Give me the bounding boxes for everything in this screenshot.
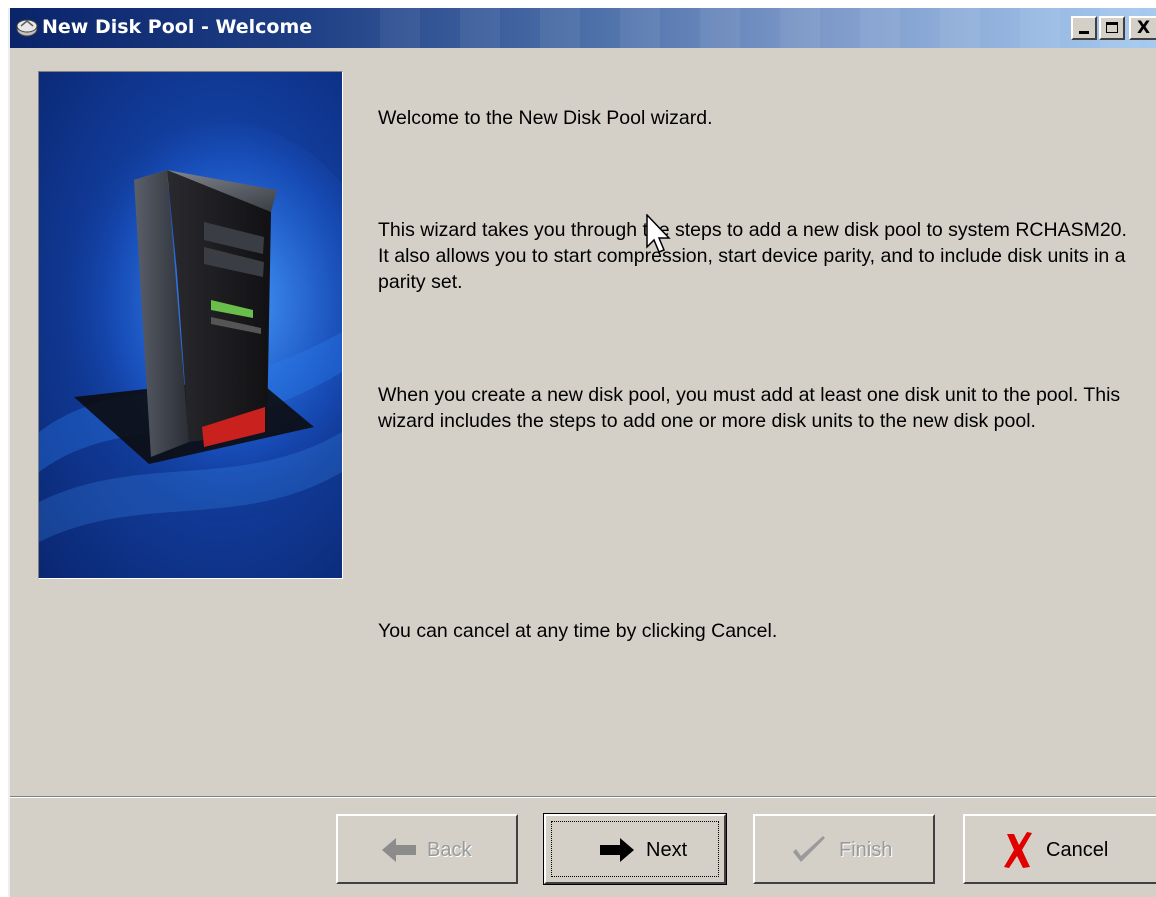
- close-button[interactable]: X: [1129, 16, 1156, 40]
- wizard-window: New Disk Pool - Welcome X Welcome to the…: [8, 8, 1156, 897]
- close-icon: X: [1137, 18, 1151, 38]
- red-x-icon: [1004, 832, 1032, 868]
- back-button-label: Back: [427, 839, 472, 861]
- window-title: New Disk Pool - Welcome: [42, 16, 313, 38]
- server-tower-illustration: [39, 122, 342, 542]
- next-button-label: Next: [646, 839, 688, 861]
- maximize-button[interactable]: [1099, 16, 1125, 40]
- disk-pool-icon: [16, 19, 38, 37]
- minimize-icon: [1079, 31, 1089, 34]
- title-bar-decoration: [340, 8, 1156, 48]
- minimize-button[interactable]: [1071, 16, 1097, 40]
- finish-button[interactable]: Finish: [753, 814, 935, 884]
- disk-unit-requirement-text: When you create a new disk pool, you mus…: [378, 384, 1121, 432]
- maximize-icon: [1106, 22, 1118, 33]
- wizard-description: This wizard takes you through the steps …: [378, 219, 1127, 293]
- checkmark-icon: [793, 836, 825, 862]
- cancel-button[interactable]: Cancel: [963, 814, 1156, 884]
- back-button[interactable]: Back: [336, 814, 518, 884]
- button-area-separator: [10, 796, 1156, 798]
- finish-button-label: Finish: [839, 839, 893, 861]
- cancel-hint-text: You can cancel at any time by clicking C…: [378, 620, 778, 642]
- server-tower-image: [38, 71, 343, 579]
- cancel-button-label: Cancel: [1046, 839, 1109, 861]
- next-arrow-icon: [600, 838, 634, 862]
- back-arrow-icon: [382, 838, 416, 862]
- welcome-heading: Welcome to the New Disk Pool wizard.: [378, 107, 713, 129]
- title-bar[interactable]: New Disk Pool - Welcome X: [10, 8, 1156, 48]
- mouse-pointer-icon: [646, 214, 671, 253]
- next-button[interactable]: Next: [543, 813, 727, 885]
